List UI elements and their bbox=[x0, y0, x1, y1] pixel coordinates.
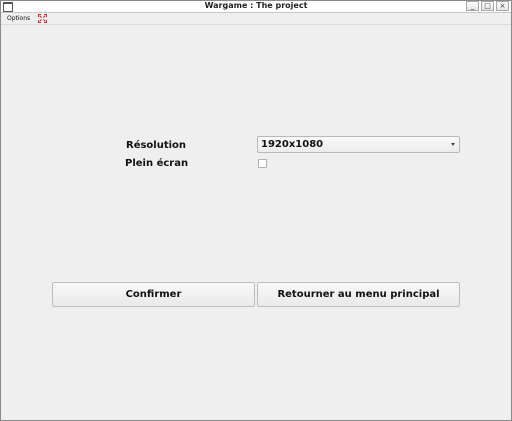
back-to-main-menu-button[interactable]: Retourner au menu principal bbox=[257, 282, 460, 307]
menu-options[interactable]: Options bbox=[7, 13, 30, 24]
fullscreen-toggle-icon[interactable] bbox=[38, 14, 47, 23]
confirm-button[interactable]: Confirmer bbox=[52, 282, 255, 307]
close-button[interactable]: × bbox=[496, 1, 509, 11]
menu-bar: Options bbox=[1, 13, 511, 25]
fullscreen-checkbox[interactable] bbox=[258, 159, 267, 168]
maximize-button[interactable]: □ bbox=[481, 1, 494, 11]
fullscreen-label: Plein écran bbox=[125, 158, 189, 169]
app-window: Wargame : The project _ □ × Options Réso… bbox=[0, 0, 512, 421]
title-bar: Wargame : The project _ □ × bbox=[1, 1, 511, 13]
minimize-button[interactable]: _ bbox=[466, 1, 479, 11]
resolution-value: 1920x1080 bbox=[261, 139, 324, 150]
window-title: Wargame : The project bbox=[204, 1, 308, 10]
resolution-select[interactable]: 1920x1080 bbox=[257, 136, 460, 153]
resolution-label: Résolution bbox=[126, 140, 187, 151]
chevron-down-icon bbox=[451, 143, 455, 146]
